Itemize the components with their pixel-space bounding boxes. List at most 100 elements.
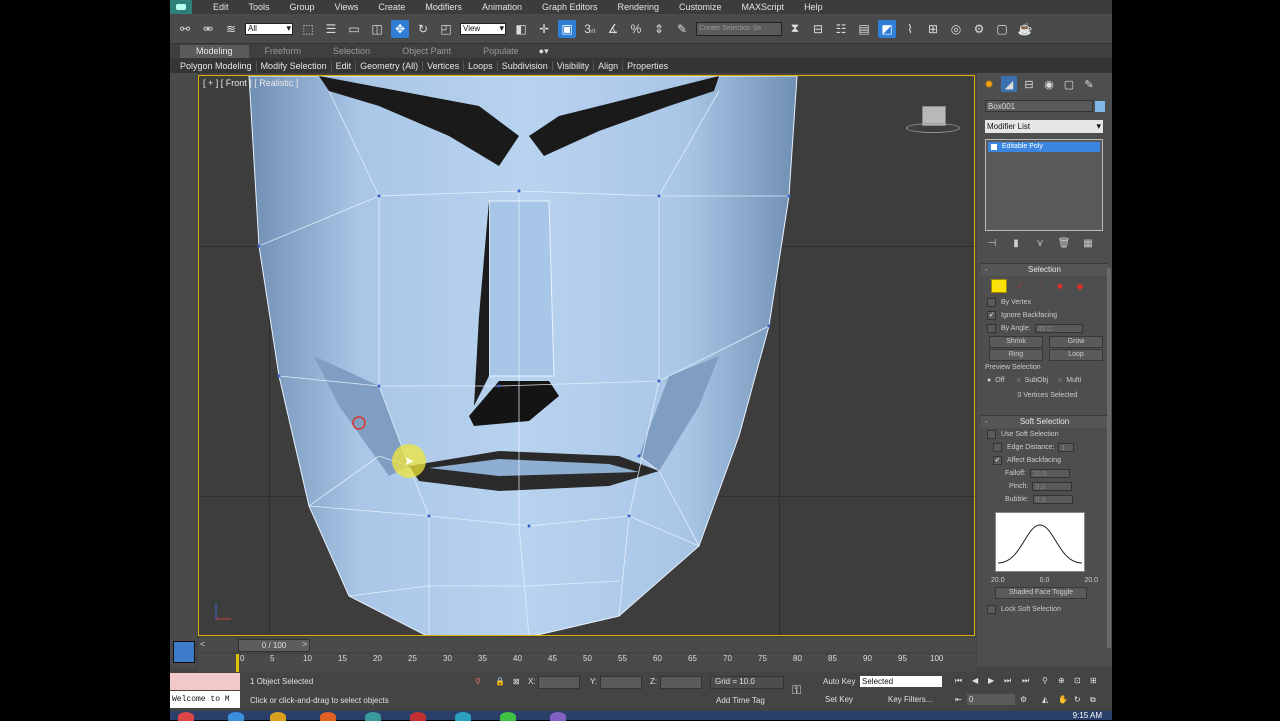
y-coord-field[interactable] [600,676,642,689]
selection-rollout-title[interactable]: Selection [981,264,1108,276]
preview-off-radio[interactable]: ● [987,377,991,384]
time-next-arrow-icon[interactable]: > [302,639,307,649]
ribbon-toggle-icon[interactable]: ◩ [878,19,896,38]
ribbon-loops[interactable]: Loops [464,60,498,71]
ignore-backfacing-checkbox[interactable]: ✓ [987,311,996,320]
menu-customize[interactable]: Customize [668,2,731,12]
preview-multi-radio[interactable]: ○ [1058,377,1062,384]
ribbon-geometry-all[interactable]: Geometry (All) [356,60,424,71]
field-of-view-icon[interactable]: ◭ [1042,695,1048,704]
zoom-icon[interactable]: ⚲ [1042,676,1048,685]
by-angle-spinner[interactable]: 45.0 [1034,324,1083,333]
viewcube-ring[interactable] [906,123,960,133]
polygon-level-icon[interactable]: ■ [1053,280,1067,292]
reference-coordinate-dropdown[interactable]: View [460,22,506,35]
menu-help[interactable]: Help [793,2,832,12]
by-angle-checkbox[interactable] [987,324,996,333]
menu-edit[interactable]: Edit [202,2,238,12]
preview-subobj-radio[interactable]: ○ [1016,377,1020,384]
unlink-icon[interactable]: ⚮ [199,20,217,38]
ribbon-edit[interactable]: Edit [332,60,357,71]
hierarchy-tab-icon[interactable]: ⊟ [1021,76,1037,92]
maxscript-listener-top[interactable] [170,673,240,690]
menu-modifiers[interactable]: Modifiers [414,2,471,12]
ribbon-modify-selection[interactable]: Modify Selection [257,60,332,71]
grow-button[interactable]: Grow [1049,335,1103,348]
key-filters-button[interactable]: Key Filters... [888,695,932,704]
select-by-name-icon[interactable]: ☰ [322,20,340,38]
edge-distance-spinner[interactable]: 1 [1058,443,1075,452]
prev-frame-icon[interactable]: ◀ [972,676,978,685]
render-production-icon[interactable]: ☕ [1016,20,1034,38]
align-icon[interactable]: ⊟ [809,20,827,38]
mini-listener-button[interactable] [173,641,195,663]
object-color-swatch[interactable] [1095,101,1105,112]
set-key-mode-icon[interactable]: ⚿ [792,683,801,698]
goto-start-icon[interactable]: ⏮ [955,676,962,686]
layer-manager-icon[interactable]: ☷ [832,20,850,38]
menu-tools[interactable]: Tools [238,2,279,12]
percent-snap-icon[interactable]: % [627,20,645,38]
create-tab-icon[interactable]: ✹ [981,76,997,92]
rendered-frame-icon[interactable]: ▢ [993,20,1011,38]
select-manipulate-icon[interactable]: ✛ [535,20,553,38]
select-move-icon[interactable]: ✥ [391,19,409,38]
render-setup-icon[interactable]: ⚙ [970,20,988,38]
snaps-toggle-icon[interactable]: 3ₙ [581,20,599,38]
menu-animation[interactable]: Animation [471,2,531,12]
play-icon[interactable]: ▶ [988,676,994,685]
edge-level-icon[interactable]: ⟋ [1013,280,1027,292]
zoom-extents-icon[interactable]: ⊡ [1074,676,1081,685]
menu-graph-editors[interactable]: Graph Editors [531,2,607,12]
configure-sets-icon[interactable]: ▦ [1081,237,1095,249]
time-slider[interactable]: < 0 / 100 > [198,638,976,652]
border-level-icon[interactable]: ◌ [1033,280,1047,292]
utilities-tab-icon[interactable]: ✎ [1081,76,1097,92]
maximize-viewport-icon[interactable]: ⧉ [1090,695,1096,705]
isolate-icon[interactable]: ⚲ [475,677,481,686]
zoom-extents-all-icon[interactable]: ⊞ [1090,676,1097,685]
material-editor-icon[interactable]: ◎ [947,20,965,38]
affect-backfacing-checkbox[interactable]: ✓ [993,456,1002,465]
menu-group[interactable]: Group [279,2,324,12]
lock-soft-selection-checkbox[interactable] [987,605,996,614]
by-vertex-checkbox[interactable] [987,298,996,307]
command-panel-scrollbar[interactable] [1107,268,1111,648]
selection-filter-dropdown[interactable]: All [245,22,293,35]
app-logo-icon[interactable] [170,0,192,14]
ribbon-subdivision[interactable]: Subdivision [498,60,553,71]
shrink-button[interactable]: Shrink [989,335,1043,348]
ring-button[interactable]: Ring [989,348,1043,361]
pin-stack-icon[interactable]: ⊣ [985,237,999,249]
graphite-toggle-icon[interactable]: ▤ [855,20,873,38]
edit-named-selection-icon[interactable]: ✎ [673,20,691,38]
menu-rendering[interactable]: Rendering [607,2,669,12]
named-selection-sets-dropdown[interactable]: Create Selection Se [696,21,782,36]
angle-snap-icon[interactable]: ∡ [604,20,622,38]
auto-key-button[interactable]: Auto Key [823,677,855,686]
pinch-spinner[interactable]: 0.0 [1032,482,1073,491]
lock-selection-icon[interactable]: 🔒 [495,677,505,686]
absolute-mode-icon[interactable]: ⊠ [513,677,520,686]
goto-end-icon[interactable]: ⏭ [1022,676,1029,686]
tab-selection[interactable]: Selection [317,45,386,58]
modifier-list-dropdown[interactable]: Modifier List [985,120,1103,133]
maxscript-listener-input[interactable]: Welcome to M [170,691,240,708]
stack-item-editable-poly[interactable]: Editable Poly [988,142,1100,152]
add-time-tag-button[interactable]: Add Time Tag [716,696,765,705]
x-coord-field[interactable] [538,676,580,689]
soft-selection-rollout-title[interactable]: Soft Selection [981,416,1108,428]
next-frame-icon[interactable]: ⏭ [1004,676,1011,686]
element-level-icon[interactable]: ◆ [1073,280,1087,292]
pivot-center-icon[interactable]: ◧ [512,20,530,38]
viewport-label[interactable]: [ + ] [ Front ] [ Realistic ] [203,78,298,88]
tab-modeling[interactable]: Modeling [180,45,249,58]
menu-maxscript[interactable]: MAXScript [731,2,794,12]
remove-modifier-icon[interactable]: 🗑 [1057,237,1071,249]
tab-object-paint[interactable]: Object Paint [386,45,467,58]
current-frame-field[interactable]: 0 [967,694,1015,705]
ribbon-polygon-modeling[interactable]: Polygon Modeling [176,60,257,71]
motion-tab-icon[interactable]: ◉ [1041,76,1057,92]
zoom-all-icon[interactable]: ⊕ [1058,676,1065,685]
link-icon[interactable]: ⚯ [176,20,194,38]
